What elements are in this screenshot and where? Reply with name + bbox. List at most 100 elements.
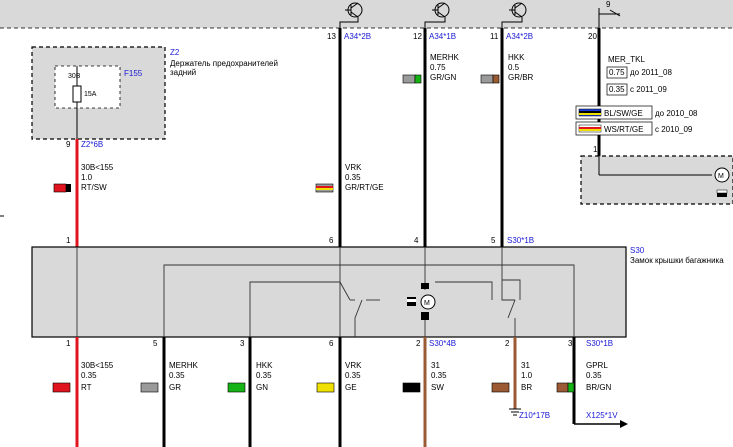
wire-label-name: VRK [345, 361, 362, 370]
color-swatch-gn [227, 382, 246, 393]
wire-label-name: HKK [508, 53, 525, 62]
mer-tkl-label: MER_TKL [608, 55, 645, 64]
wire-label-name: HKK [256, 361, 273, 370]
wire-label-color: RT/SW [81, 183, 107, 192]
s30-id: S30 [630, 246, 645, 255]
wire-br-gn-lower [572, 337, 576, 424]
wire-label-color: GE [345, 383, 357, 392]
wire-label-size: 0.35 [256, 371, 272, 380]
arrow-right-icon [574, 420, 628, 428]
control-unit-band [0, 0, 733, 29]
color-swatch-gr [140, 382, 159, 393]
wire-label-color: GR/RT/GE [345, 183, 384, 192]
wire-label-color: BR [521, 383, 532, 392]
wire-label-name: MERHK [169, 361, 199, 370]
legend-text: до 2010_08 [655, 109, 698, 118]
s30-pin: 2 [416, 339, 421, 348]
wire-label-color: BR/GN [586, 383, 612, 392]
wire-merhk-upper [423, 28, 427, 247]
wire-label-size: 0.5 [508, 63, 520, 72]
version-text: до 2011_08 [630, 68, 672, 77]
s30-conn-top: S30*1B [507, 236, 534, 245]
color-swatch-br-gn [556, 382, 575, 393]
wire-label-size: 0.35 [81, 371, 97, 380]
x125-conn: X125*1V [586, 411, 618, 420]
s30-pin: 2 [505, 339, 510, 348]
motor-box [580, 155, 733, 205]
s30-pin: 5 [153, 339, 158, 348]
color-swatch-br [491, 382, 510, 393]
wire-label-name: 31 [431, 361, 440, 370]
motor-pin: 1 [593, 145, 598, 154]
svg-text:M: M [424, 300, 430, 307]
wire-mer-tkl [597, 28, 601, 156]
wire-label-name: GPRL [586, 361, 608, 370]
version-value: 0.75 [609, 68, 625, 77]
s30-pin: 3 [568, 339, 573, 348]
wire-label-size: 0.35 [169, 371, 185, 380]
s30-pin: 5 [491, 236, 496, 245]
top-pin-11: 11 [490, 32, 499, 41]
fuse-conn: Z2*6B [81, 140, 103, 149]
legend-code: BL/SW/GE [604, 109, 643, 118]
wire-label-name: 30B<155 [81, 163, 114, 172]
s30-pin: 6 [329, 236, 334, 245]
wiring-diagram: 9 30B 15A F155 Z2 Держатель предохраните… [0, 0, 733, 447]
color-swatch-rt [52, 382, 71, 393]
s30-pin: 1 [66, 236, 71, 245]
fuse-holder-name-line1: Держатель предохранителей [170, 59, 278, 68]
s30-pin: 3 [240, 339, 245, 348]
legend-row-1: BL/SW/GE до 2010_08 [575, 105, 698, 120]
wire-ge-lower [338, 337, 342, 447]
wire-label-color: SW [431, 383, 444, 392]
wire-label-name: MERHK [430, 53, 460, 62]
fuse-id: F155 [124, 69, 143, 78]
wire-label-size: 1.0 [81, 173, 93, 182]
fuse-pin: 9 [66, 140, 71, 149]
wire-label-size: 0.35 [586, 371, 602, 380]
fuse-holder-name-line2: задний [170, 68, 196, 77]
color-swatch-gr-gn [402, 74, 422, 84]
s30-pin: 6 [329, 339, 334, 348]
wire-30b-upper [75, 139, 79, 247]
trunk-lock-box [31, 246, 627, 338]
fuse-holder [31, 46, 166, 140]
wire-label-color: GN [256, 383, 268, 392]
version-text: с 2011_09 [630, 85, 667, 94]
s30-pin: 4 [414, 236, 419, 245]
wire-br-lower [513, 337, 517, 409]
wire-label-size: 0.35 [345, 371, 361, 380]
top-pin-20: 20 [588, 32, 597, 41]
color-swatch-gr-rt-ge [315, 183, 334, 193]
top-conn-12: A34*1B [429, 32, 456, 41]
wire-rt-lower [75, 337, 79, 447]
wire-label-color: GR/BR [508, 73, 534, 82]
color-swatch-rt-sw [53, 183, 71, 193]
top-conn-11: A34*2B [506, 32, 533, 41]
wire-label-color: GR/GN [430, 73, 456, 82]
wire-label-size: 1.0 [521, 371, 533, 380]
s30-pin: 1 [66, 339, 71, 348]
s30-name: Замок крышки багажника [630, 256, 724, 265]
ground-conn: Z10*17B [519, 411, 550, 420]
wire-label-size: 0.75 [430, 63, 446, 72]
legend-text: с 2010_09 [655, 125, 693, 134]
wire-vrk-upper [338, 28, 342, 247]
top-pin-12: 12 [413, 32, 422, 41]
fuse-label: 30B [68, 73, 81, 80]
legend-code: WS/RT/GE [604, 125, 643, 134]
top-pin-9: 9 [606, 0, 611, 9]
wire-gr-lower [162, 337, 166, 447]
color-swatch-sw [402, 382, 421, 393]
color-swatch-ge [316, 382, 335, 393]
top-conn-13: A34*2B [344, 32, 371, 41]
wire-label-color: RT [81, 383, 92, 392]
wire-hkk-upper [500, 28, 504, 247]
color-swatch-gr-br [480, 74, 500, 84]
wire-label-size: 0.35 [345, 173, 361, 182]
wire-gn-lower [248, 337, 252, 447]
top-pin-13: 13 [327, 32, 336, 41]
wire-label-color: GR [169, 383, 181, 392]
wire-label-size: 0.35 [431, 371, 447, 380]
version-value: 0.35 [609, 85, 625, 94]
